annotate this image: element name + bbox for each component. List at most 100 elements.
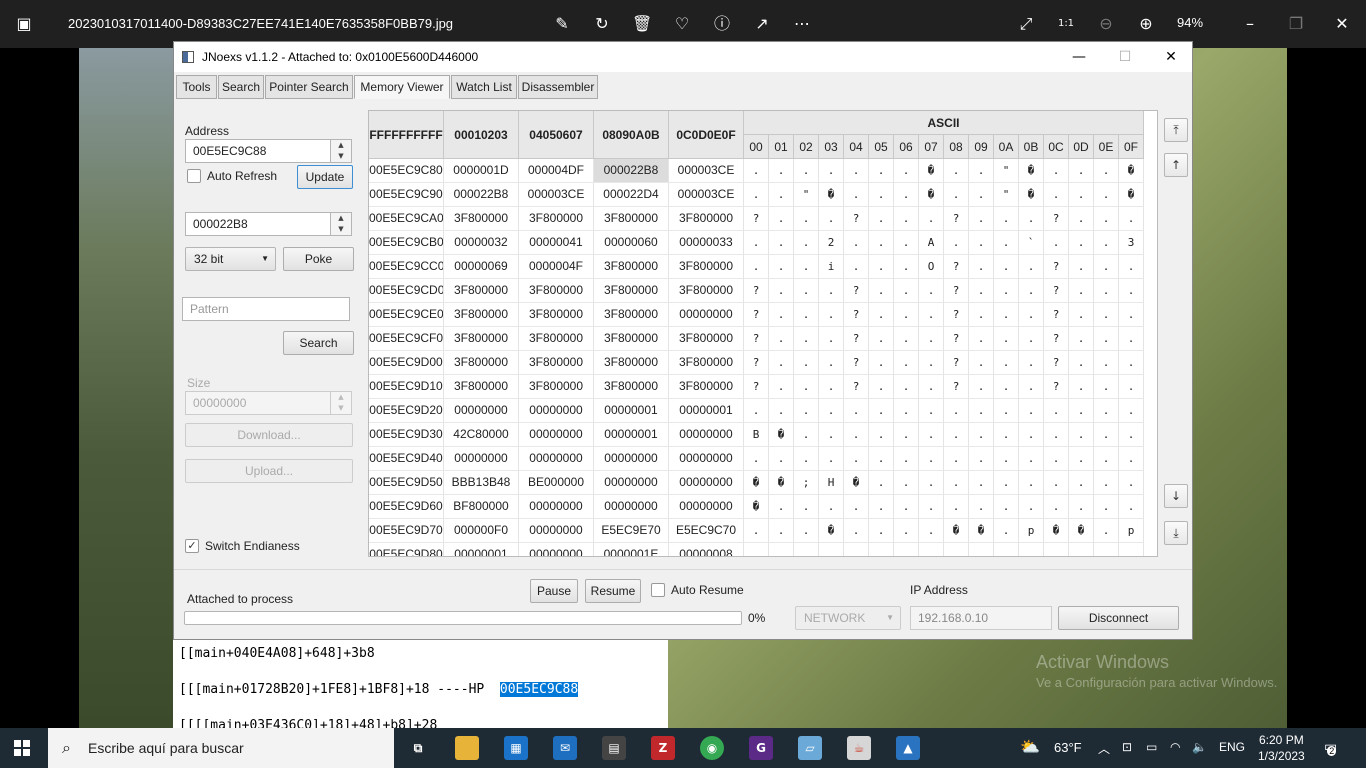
weather-temp[interactable]: 63°F <box>1054 740 1082 755</box>
address-cell[interactable]: 00E5EC9D50 <box>369 471 444 495</box>
value-cell[interactable]: 00000000 <box>594 495 669 519</box>
filezilla-icon[interactable]: Z <box>651 736 675 760</box>
value-cell[interactable]: 3F800000 <box>519 375 594 399</box>
value-cell[interactable]: 00000000 <box>594 447 669 471</box>
value-cell[interactable]: 000022D4 <box>594 183 669 207</box>
value-cell[interactable]: 3F800000 <box>444 351 519 375</box>
spin-up-icon[interactable]: ▲ <box>331 392 351 403</box>
value-cell[interactable]: 3F800000 <box>669 207 744 231</box>
minimize-button[interactable]: — <box>1056 42 1102 72</box>
taskbar-search-box[interactable]: ⌕ Escribe aquí para buscar <box>48 728 394 768</box>
ip-address-input[interactable]: 192.168.0.10 <box>910 606 1052 630</box>
value-cell[interactable]: 00000060 <box>594 231 669 255</box>
value-cell[interactable]: 0000001D <box>444 159 519 183</box>
restore-icon[interactable]: ❐ <box>1286 14 1306 34</box>
auto-refresh-checkbox[interactable] <box>187 169 201 183</box>
value-cell[interactable]: 000003CE <box>669 159 744 183</box>
value-cell[interactable]: 3F800000 <box>594 351 669 375</box>
tab-tools[interactable]: Tools <box>176 75 217 99</box>
volume-icon[interactable]: 🔈 <box>1192 740 1207 754</box>
value-cell[interactable]: 3F800000 <box>594 207 669 231</box>
value-cell[interactable]: 3F800000 <box>594 255 669 279</box>
address-cell[interactable]: 00E5EC9D60 <box>369 495 444 519</box>
close-button[interactable]: ✕ <box>1148 42 1194 72</box>
value-cell[interactable]: 00000041 <box>519 231 594 255</box>
value-cell[interactable]: 00000001 <box>594 399 669 423</box>
address-cell[interactable]: 00E5EC9CF0 <box>369 327 444 351</box>
address-cell[interactable]: 00E5EC9D00 <box>369 351 444 375</box>
notepad-text-area[interactable]: [[main+040E4A08]+648]+3b8 [[[main+01728B… <box>173 640 668 733</box>
value-cell[interactable]: 00000033 <box>669 231 744 255</box>
bit-size-select[interactable]: 32 bit ▼ <box>185 247 276 271</box>
language-indicator[interactable]: ENG <box>1219 740 1245 754</box>
value-cell[interactable]: 00000001 <box>669 399 744 423</box>
value-cell[interactable]: 00000000 <box>444 447 519 471</box>
taskbar-clock[interactable]: 6:20 PM 1/3/2023 <box>1258 732 1305 764</box>
task-view-icon[interactable]: ⧉ <box>406 736 430 760</box>
java-icon[interactable]: ☕ <box>847 736 871 760</box>
value-cell[interactable]: 00000000 <box>519 495 594 519</box>
address-cell[interactable]: 00E5EC9CC0 <box>369 255 444 279</box>
value-cell[interactable]: 00000000 <box>444 399 519 423</box>
tray-chevron-icon[interactable]: ︿ <box>1098 740 1110 757</box>
gallery-icon[interactable]: ▣ <box>14 14 34 34</box>
value-cell[interactable]: 3F800000 <box>669 255 744 279</box>
value-cell[interactable]: 3F800000 <box>669 279 744 303</box>
value-cell[interactable]: 000003CE <box>519 183 594 207</box>
page-down-button[interactable]: ↓ <box>1164 484 1188 508</box>
favorite-icon[interactable]: ♡ <box>672 14 692 34</box>
poke-value-spinner[interactable]: ▲ ▼ <box>330 212 352 236</box>
value-cell[interactable]: 3F800000 <box>519 303 594 327</box>
value-cell[interactable]: 00000000 <box>669 471 744 495</box>
address-cell[interactable]: 00E5EC9C90 <box>369 183 444 207</box>
value-cell[interactable]: 00000001 <box>444 543 519 556</box>
tray-device-icon[interactable]: ⊡ <box>1122 740 1132 754</box>
address-spinner[interactable]: ▲ ▼ <box>330 139 352 163</box>
photos-icon[interactable]: ▲ <box>896 736 920 760</box>
value-cell[interactable]: E5EC9E70 <box>594 519 669 543</box>
value-cell[interactable]: BF800000 <box>444 495 519 519</box>
value-cell[interactable]: 3F800000 <box>519 279 594 303</box>
value-cell[interactable]: 3F800000 <box>519 351 594 375</box>
wifi-icon[interactable]: ◠ <box>1170 740 1180 754</box>
poke-button[interactable]: Poke <box>283 247 354 271</box>
value-cell[interactable]: 0000001E <box>594 543 669 556</box>
value-cell[interactable]: 3F800000 <box>444 279 519 303</box>
value-cell[interactable]: 3F800000 <box>594 327 669 351</box>
value-cell[interactable]: 000022B8 <box>594 159 669 183</box>
value-cell[interactable]: 42C80000 <box>444 423 519 447</box>
resume-button[interactable]: Resume <box>585 579 641 603</box>
address-cell[interactable]: 00E5EC9D30 <box>369 423 444 447</box>
windows-start-icon[interactable] <box>14 740 30 756</box>
tab-pointer-search[interactable]: Pointer Search <box>265 75 353 99</box>
upload-button[interactable]: Upload... <box>185 459 353 483</box>
spin-up-icon[interactable]: ▲ <box>331 140 351 151</box>
calculator-icon[interactable]: ▤ <box>602 736 626 760</box>
address-cell[interactable]: 00E5EC9CB0 <box>369 231 444 255</box>
value-cell[interactable]: 00000069 <box>444 255 519 279</box>
value-cell[interactable]: 3F800000 <box>519 327 594 351</box>
poke-value-input[interactable]: 000022B8 <box>185 212 331 236</box>
auto-resume-checkbox[interactable] <box>651 583 665 597</box>
actual-size-icon[interactable]: 1:1 <box>1056 14 1076 34</box>
value-cell[interactable]: 3F800000 <box>594 279 669 303</box>
weather-icon[interactable]: ⛅ <box>1020 737 1040 757</box>
more-icon[interactable]: ⋯ <box>792 14 812 34</box>
value-cell[interactable]: 00000000 <box>519 447 594 471</box>
value-cell[interactable]: 3F800000 <box>444 327 519 351</box>
download-button[interactable]: Download... <box>185 423 353 447</box>
value-cell[interactable]: 3F800000 <box>519 207 594 231</box>
value-cell[interactable]: 00000000 <box>519 399 594 423</box>
value-cell[interactable]: 00000000 <box>594 471 669 495</box>
info-icon[interactable]: ⓘ <box>712 14 732 34</box>
value-cell[interactable]: 00000032 <box>444 231 519 255</box>
share-icon[interactable]: ↗ <box>752 14 772 34</box>
value-cell[interactable]: 00000000 <box>519 423 594 447</box>
value-cell[interactable]: 00000001 <box>594 423 669 447</box>
size-spinner[interactable]: ▲ ▼ <box>330 391 352 415</box>
value-cell[interactable]: 3F800000 <box>444 375 519 399</box>
zoom-out-icon[interactable]: ⊖ <box>1096 14 1116 34</box>
value-cell[interactable]: 000004DF <box>519 159 594 183</box>
delete-icon[interactable]: 🗑 <box>632 14 652 34</box>
notification-icon[interactable]: ▭2 <box>1324 738 1346 756</box>
